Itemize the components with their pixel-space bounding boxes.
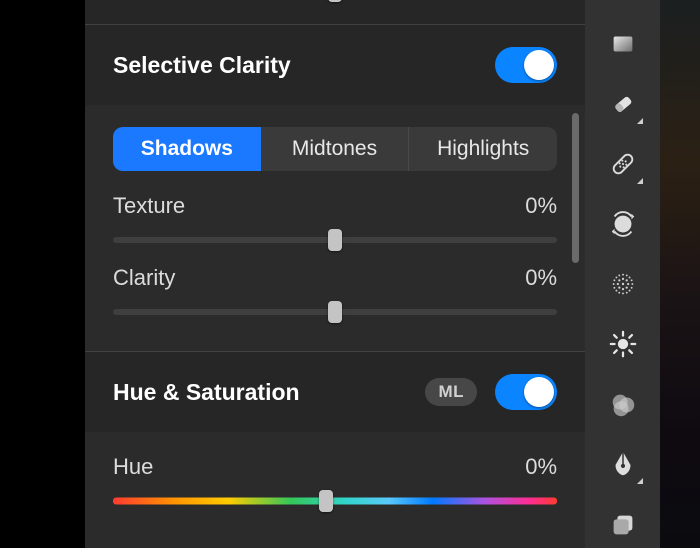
gradient-tool-icon[interactable]	[607, 28, 639, 60]
brightness-tool-icon[interactable]	[607, 328, 639, 360]
texture-label: Texture	[113, 193, 185, 219]
shape-sync-tool-icon[interactable]	[607, 208, 639, 240]
hue-value: 0%	[525, 454, 557, 480]
hue-saturation-title: Hue & Saturation	[113, 379, 300, 406]
clarity-value: 0%	[525, 265, 557, 291]
selective-clarity-toggle[interactable]	[495, 47, 557, 83]
selective-clarity-title: Selective Clarity	[113, 52, 291, 79]
hue-label: Hue	[113, 454, 153, 480]
hue-slider[interactable]	[113, 490, 557, 512]
overlap-circles-tool-icon[interactable]	[607, 388, 639, 420]
clipped-clarity-slider[interactable]	[113, 0, 557, 2]
texture-value: 0%	[525, 193, 557, 219]
tab-shadows[interactable]: Shadows	[113, 127, 261, 171]
tab-highlights[interactable]: Highlights	[408, 127, 557, 171]
clarity-label: Clarity	[113, 265, 175, 291]
app-left-gutter	[0, 0, 85, 548]
clipped-clarity-section: Clarity 0%	[85, 0, 585, 24]
adjustments-panel: Clarity 0% Selective Clarity Shadows Mid…	[85, 0, 585, 548]
tool-sidebar	[585, 0, 660, 548]
tonal-range-segmented[interactable]: Shadows Midtones Highlights	[113, 127, 557, 171]
ml-badge[interactable]: ML	[425, 378, 477, 406]
eraser-tool-icon[interactable]	[607, 88, 639, 120]
canvas-preview-strip	[660, 0, 700, 548]
selective-clarity-section: Selective Clarity Shadows Midtones Highl…	[85, 24, 585, 351]
pen-tool-icon[interactable]	[607, 448, 639, 480]
clarity-slider[interactable]	[113, 301, 557, 323]
tab-midtones[interactable]: Midtones	[261, 127, 409, 171]
texture-slider[interactable]	[113, 229, 557, 251]
bandage-tool-icon[interactable]	[607, 148, 639, 180]
hue-saturation-section: Hue & Saturation ML Hue 0%	[85, 351, 585, 548]
selective-clarity-scrollbar[interactable]	[572, 113, 579, 263]
hue-saturation-toggle[interactable]	[495, 374, 557, 410]
stack-tool-icon[interactable]	[607, 508, 639, 540]
dotted-circle-tool-icon[interactable]	[607, 268, 639, 300]
